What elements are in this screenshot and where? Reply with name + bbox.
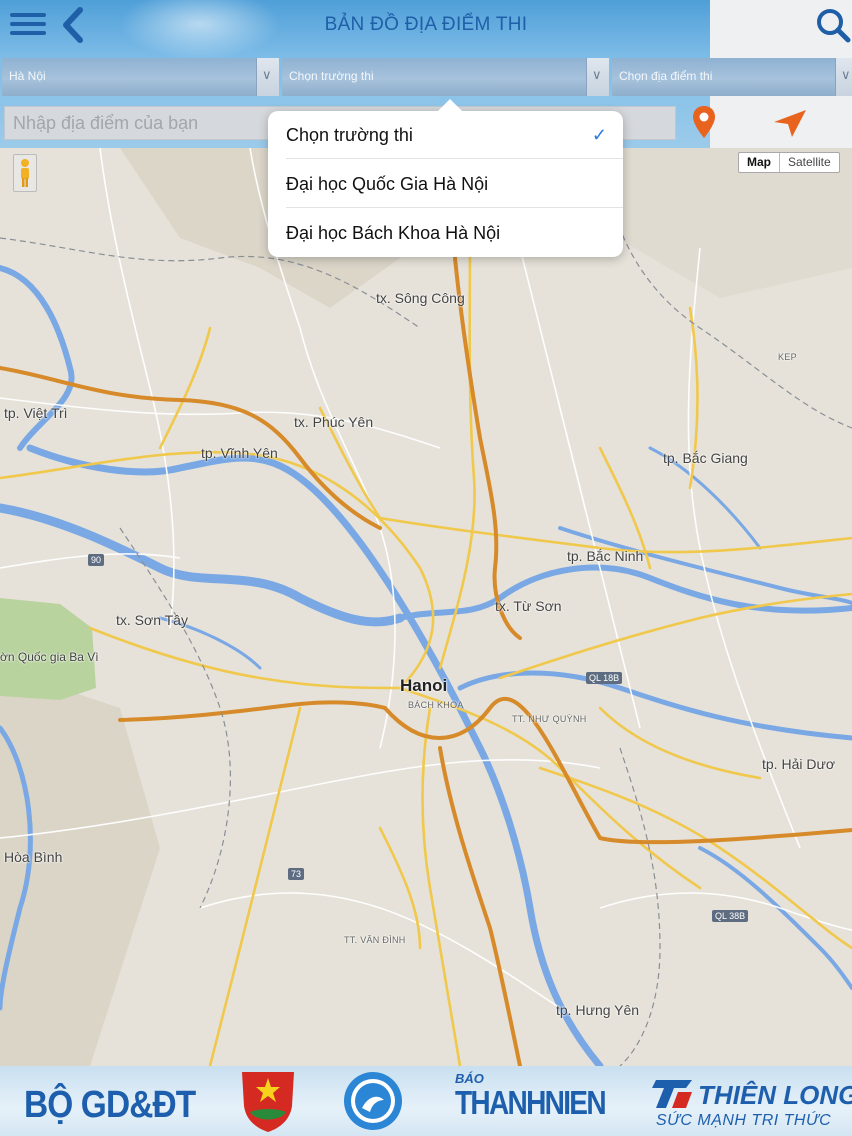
location-select-value: Chọn địa điểm thi [619, 69, 713, 83]
navigation-arrow-icon [774, 110, 806, 137]
map-pin-icon [693, 106, 715, 138]
thien-long-label: THIÊN LONG [698, 1080, 852, 1110]
map-type-satellite-button[interactable]: Satellite [780, 153, 839, 172]
map-label: tp. Bắc Ninh [567, 548, 644, 564]
map-label: TT. NHƯ QUỲNH [512, 714, 587, 724]
school-select-value: Chọn trường thi [289, 69, 374, 83]
current-location-button[interactable] [770, 104, 810, 140]
street-view-pegman[interactable] [13, 154, 37, 192]
map-label: tx. Sơn Tây [116, 612, 188, 628]
pegman-icon [21, 159, 29, 187]
route-shield: 90 [88, 554, 105, 566]
youth-union-emblem-icon [242, 1072, 294, 1132]
city-select[interactable]: Hà Nội ∨ [2, 58, 279, 96]
map-label: Hòa Bình [4, 849, 63, 865]
school-option[interactable]: Đại học Bách Khoa Hà Nội [268, 209, 623, 257]
school-option-label: Chọn trường thi [286, 125, 413, 145]
map-label: tx. Phúc Yên [294, 414, 374, 430]
map-label: TT. VÂN ĐÌNH [344, 935, 406, 945]
map-label: ờn Quốc gia Ba Vì [0, 650, 99, 664]
thanh-nien-label: THANHNIEN [455, 1084, 607, 1121]
divider [286, 207, 623, 208]
school-option[interactable]: Đại học Quốc Gia Hà Nội [268, 160, 623, 208]
location-select[interactable]: Chọn địa điểm thi ∨ [612, 58, 852, 96]
map-type-control: Map Satellite [738, 152, 840, 173]
map-label: BÁCH KHOA [408, 700, 464, 710]
chevron-down-icon: ∨ [262, 67, 272, 82]
chevron-down-icon: ∨ [592, 67, 602, 82]
route-shield: QL 18B [586, 672, 623, 684]
city-select-value: Hà Nội [9, 69, 46, 83]
checkmark-icon: ✓ [591, 125, 607, 145]
thien-long-slogan: SỨC MẠNH TRI THỨC [656, 1112, 832, 1129]
divider [286, 158, 623, 159]
map-label: tp. Bắc Giang [663, 450, 748, 466]
search-button[interactable] [814, 6, 852, 46]
map-label: tx. Từ Sơn [495, 598, 562, 614]
map-pin-button[interactable] [690, 104, 718, 144]
city-select-arrow: ∨ [256, 58, 279, 96]
map-type-map-button[interactable]: Map [739, 153, 780, 172]
map-label: KEP [778, 352, 797, 362]
route-shield: 73 [288, 868, 305, 880]
map-label: tp. Việt Trì [4, 405, 68, 421]
thien-long-mark-icon [652, 1080, 692, 1108]
sponsor-banner: BỘ GD&ĐT BÁO THANHNIEN THIÊN LONG SỨC MẠ… [0, 1066, 852, 1136]
student-association-emblem-icon [344, 1072, 402, 1130]
map-view[interactable]: tx. Sông Công KEP tp. Việt Trì tx. Phúc … [0, 148, 852, 1066]
thanh-nien-logo: BÁO THANHNIEN [455, 1070, 631, 1121]
search-icon [817, 9, 851, 43]
school-select-arrow: ∨ [586, 58, 609, 96]
chevron-down-icon: ∨ [841, 67, 851, 82]
school-option-label: Đại học Bách Khoa Hà Nội [286, 223, 501, 243]
map-label-hanoi: Hanoi [400, 676, 448, 695]
school-dropdown-popover: Chọn trường thi ✓ Đại học Quốc Gia Hà Nộ… [268, 99, 623, 257]
school-option[interactable]: Chọn trường thi ✓ [268, 111, 623, 159]
map-label: tp. Hải Dươ [762, 756, 836, 772]
school-option-label: Đại học Quốc Gia Hà Nội [286, 174, 489, 194]
school-select[interactable]: Chọn trường thi ∨ [282, 58, 609, 96]
map-canvas [0, 148, 852, 1066]
map-label: tx. Sông Công [376, 290, 465, 306]
location-select-arrow: ∨ [835, 58, 852, 96]
page-title: BẢN ĐỒ ĐỊA ĐIỂM THI [324, 14, 528, 35]
map-label: tp. Hưng Yên [556, 1002, 640, 1018]
route-shield: QL 38B [712, 910, 749, 922]
moet-logo: BỘ GD&ĐT [24, 1084, 196, 1126]
map-label: tp. Vĩnh Yên [201, 445, 278, 461]
